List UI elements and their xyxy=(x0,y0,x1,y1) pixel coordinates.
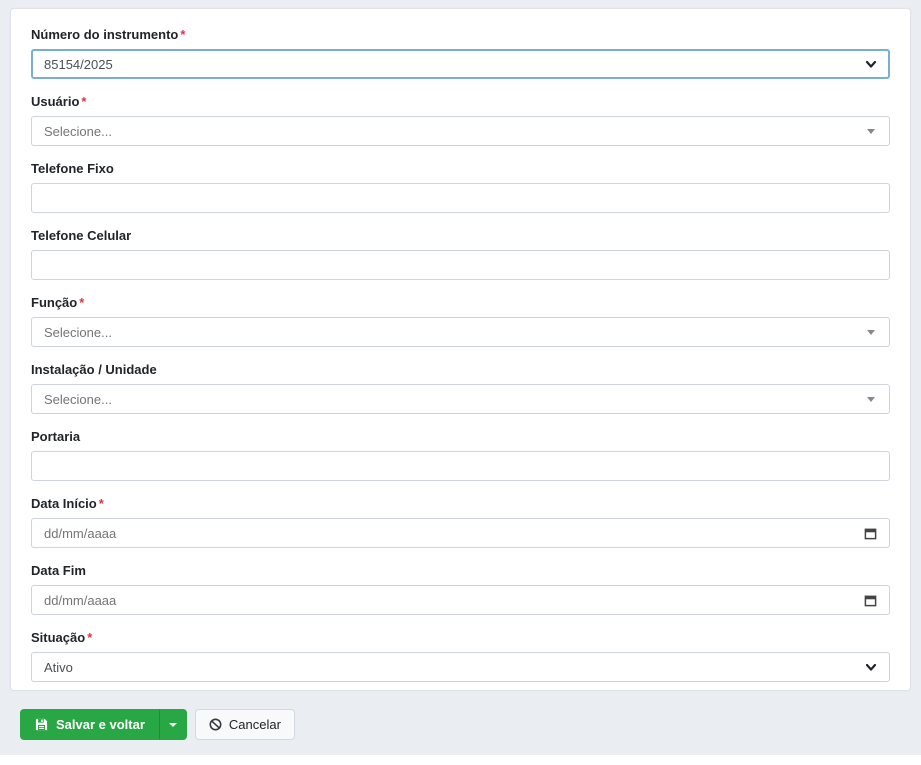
date-placeholder: dd/mm/aaaa xyxy=(44,525,117,541)
chevron-down-icon xyxy=(865,663,877,671)
select-placeholder: Selecione... xyxy=(44,391,112,407)
floppy-disk-icon xyxy=(35,718,48,731)
data-fim-label: Data Fim xyxy=(31,563,890,579)
form-actions: Salvar e voltar Cancelar xyxy=(20,709,911,740)
data-inicio-label: Data Início * xyxy=(31,496,890,512)
required-asterisk: * xyxy=(81,94,87,109)
telefone-celular-label: Telefone Celular xyxy=(31,228,890,244)
save-button-group: Salvar e voltar xyxy=(20,709,187,740)
instalacao-unidade-select[interactable]: Selecione... xyxy=(31,384,890,414)
selected-value: Ativo xyxy=(44,659,73,675)
telefone-celular-group: Telefone Celular xyxy=(31,228,890,280)
portaria-group: Portaria xyxy=(31,429,890,481)
numero-do-instrumento-select[interactable]: 85154/2025 xyxy=(31,49,890,79)
situacao-label: Situação * xyxy=(31,630,890,646)
calendar-icon xyxy=(864,595,877,606)
usuario-group: Usuário * Selecione... xyxy=(31,94,890,146)
label-text: Data Início xyxy=(31,496,97,511)
cancel-button-label: Cancelar xyxy=(228,717,281,732)
numero-do-instrumento-label: Número do instrumento * xyxy=(31,27,890,43)
telefone-celular-input[interactable] xyxy=(31,250,890,280)
data-inicio-group: Data Início * dd/mm/aaaa xyxy=(31,496,890,548)
triangle-down-icon xyxy=(867,329,875,335)
triangle-down-icon xyxy=(867,128,875,134)
instalacao-unidade-group: Instalação / Unidade Selecione... xyxy=(31,362,890,414)
usuario-select[interactable]: Selecione... xyxy=(31,116,890,146)
save-dropdown-toggle[interactable] xyxy=(158,709,187,740)
telefone-fixo-label: Telefone Fixo xyxy=(31,161,890,177)
data-inicio-date-input[interactable]: dd/mm/aaaa xyxy=(31,518,890,548)
situacao-select[interactable]: Ativo xyxy=(31,652,890,682)
funcao-label: Função * xyxy=(31,295,890,311)
label-text: Portaria xyxy=(31,429,81,444)
select-placeholder: Selecione... xyxy=(44,123,112,139)
save-and-return-button[interactable]: Salvar e voltar xyxy=(20,709,159,740)
chevron-down-icon xyxy=(865,60,877,68)
required-asterisk: * xyxy=(79,295,85,310)
label-text: Usuário xyxy=(31,94,80,109)
data-fim-date-input[interactable]: dd/mm/aaaa xyxy=(31,585,890,615)
ban-icon xyxy=(209,718,222,731)
content-wrapper: Número do instrumento * 85154/2025 Usuári… xyxy=(0,0,921,755)
instalacao-unidade-label: Instalação / Unidade xyxy=(31,362,890,378)
portaria-label: Portaria xyxy=(31,429,890,445)
label-text: Instalação / Unidade xyxy=(31,362,157,377)
data-fim-group: Data Fim dd/mm/aaaa xyxy=(31,563,890,615)
form-card: Número do instrumento * 85154/2025 Usuári… xyxy=(10,8,911,691)
date-placeholder: dd/mm/aaaa xyxy=(44,592,117,608)
caret-down-icon xyxy=(168,722,177,727)
label-text: Número do instrumento xyxy=(31,27,179,42)
telefone-fixo-input[interactable] xyxy=(31,183,890,213)
save-button-label: Salvar e voltar xyxy=(56,717,145,732)
usuario-label: Usuário * xyxy=(31,94,890,110)
cancel-button[interactable]: Cancelar xyxy=(194,709,295,740)
portaria-input[interactable] xyxy=(31,451,890,481)
label-text: Situação xyxy=(31,630,86,645)
required-asterisk: * xyxy=(98,496,104,511)
label-text: Telefone Fixo xyxy=(31,161,114,176)
telefone-fixo-group: Telefone Fixo xyxy=(31,161,890,213)
triangle-down-icon xyxy=(867,396,875,402)
label-text: Data Fim xyxy=(31,563,86,578)
numero-do-instrumento-group: Número do instrumento * 85154/2025 xyxy=(31,27,890,79)
selected-value: 85154/2025 xyxy=(44,56,113,72)
situacao-group: Situação * Ativo xyxy=(31,630,890,682)
label-text: Função xyxy=(31,295,78,310)
select-placeholder: Selecione... xyxy=(44,324,112,340)
required-asterisk: * xyxy=(87,630,93,645)
required-asterisk: * xyxy=(180,27,186,42)
funcao-group: Função * Selecione... xyxy=(31,295,890,347)
page-footer xyxy=(0,755,921,765)
calendar-icon xyxy=(864,528,877,539)
funcao-select[interactable]: Selecione... xyxy=(31,317,890,347)
label-text: Telefone Celular xyxy=(31,228,132,243)
